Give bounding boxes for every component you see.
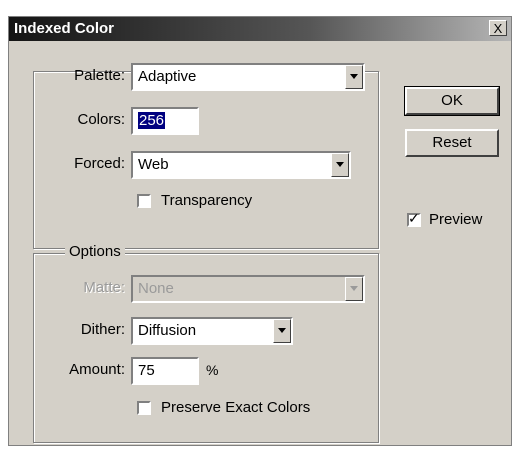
dither-label: Dither: xyxy=(80,321,125,338)
checkmark-icon: ✓ xyxy=(408,210,420,226)
dither-dropdown[interactable]: Diffusion xyxy=(131,317,293,345)
matte-value: None xyxy=(138,280,174,297)
palette-dropdown[interactable]: Adaptive xyxy=(131,63,365,91)
dither-value: Diffusion xyxy=(138,322,197,339)
colors-value: 256 xyxy=(138,112,166,129)
chevron-down-icon[interactable] xyxy=(345,65,363,89)
transparency-label[interactable]: Transparency xyxy=(161,192,252,209)
colors-label: Colors: xyxy=(77,111,125,128)
palette-value: Adaptive xyxy=(138,68,197,85)
options-legend: Options xyxy=(65,243,125,260)
preserve-exact-colors-label[interactable]: Preserve Exact Colors xyxy=(161,399,310,416)
amount-value: 75 xyxy=(138,362,155,379)
indexed-color-dialog: Indexed Color X Palette: Adaptive Colors… xyxy=(8,16,512,446)
transparency-checkbox[interactable] xyxy=(137,194,151,208)
chevron-down-icon[interactable] xyxy=(331,153,349,177)
window-title: Indexed Color xyxy=(14,20,115,37)
forced-dropdown[interactable]: Web xyxy=(131,151,351,179)
title-bar[interactable]: Indexed Color X xyxy=(9,17,511,41)
close-button[interactable]: X xyxy=(489,20,507,36)
colors-input[interactable]: 256 xyxy=(131,107,199,135)
forced-value: Web xyxy=(138,156,169,173)
matte-dropdown: None xyxy=(131,275,365,303)
chevron-down-icon[interactable] xyxy=(273,319,291,343)
amount-label: Amount: xyxy=(69,361,125,378)
preview-label[interactable]: Preview xyxy=(429,211,482,228)
preview-checkbox[interactable]: ✓ xyxy=(407,210,421,227)
palette-label: Palette: xyxy=(74,67,125,84)
amount-unit: % xyxy=(206,362,219,378)
amount-input[interactable]: 75 xyxy=(131,357,199,385)
reset-button[interactable]: Reset xyxy=(405,129,499,157)
matte-label: Matte: xyxy=(83,279,125,296)
chevron-down-icon xyxy=(345,277,363,301)
preserve-exact-colors-checkbox[interactable] xyxy=(137,401,151,415)
forced-label: Forced: xyxy=(74,155,125,172)
ok-button[interactable]: OK xyxy=(404,86,500,116)
